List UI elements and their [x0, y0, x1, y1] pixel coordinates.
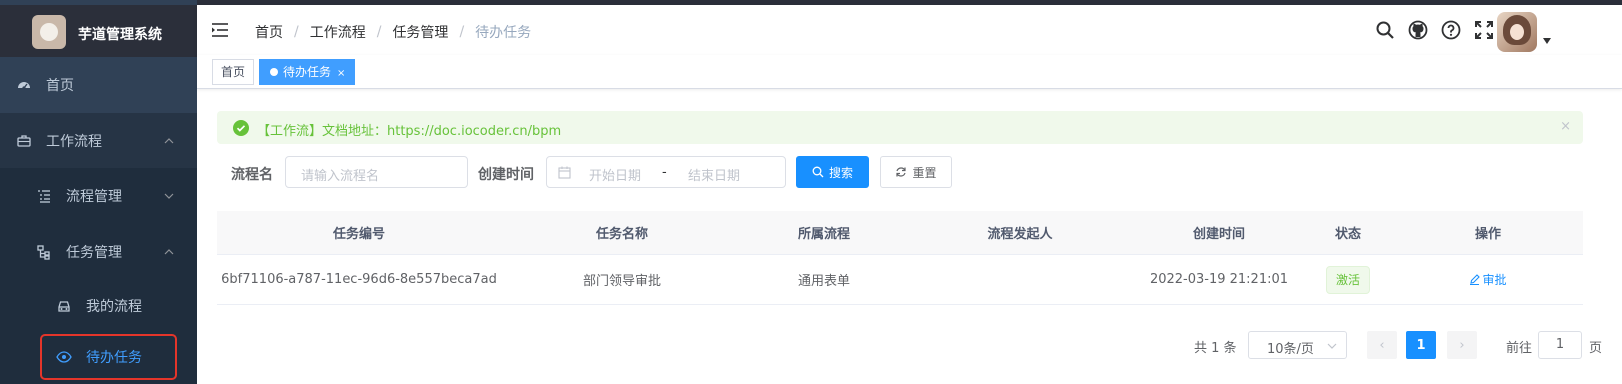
input-placeholder: 请输入流程名: [301, 169, 380, 184]
search-icon[interactable]: [1375, 20, 1395, 40]
breadcrumb-separator: /: [376, 24, 382, 40]
chevron-down-icon: [1327, 343, 1337, 349]
column-header: 状态: [1334, 227, 1361, 242]
column-header: 所属流程: [797, 227, 850, 242]
created-time-cell: 2022-03-19 21:21:01: [1149, 272, 1289, 287]
breadcrumb-item[interactable]: 工作流程: [310, 22, 366, 42]
chevron-up-icon: [164, 249, 174, 255]
close-icon[interactable]: ×: [1560, 119, 1571, 134]
search-icon: [812, 166, 824, 178]
dashboard-icon: [16, 77, 32, 93]
fullscreen-icon[interactable]: [1474, 20, 1494, 40]
breadcrumb-item[interactable]: 任务管理: [392, 22, 448, 42]
calendar-icon: [558, 166, 571, 179]
car-icon: [56, 298, 72, 314]
sidebar-item-task-management[interactable]: 任务管理: [0, 224, 197, 280]
avatar[interactable]: [1497, 12, 1537, 52]
column-header: 创建时间: [1192, 227, 1245, 242]
column-header: 操作: [1474, 227, 1501, 242]
prev-page-button[interactable]: ‹: [1367, 331, 1397, 359]
process-name-label: 流程名: [231, 167, 273, 183]
chevron-up-icon: [164, 138, 174, 144]
goto-page-input[interactable]: 1: [1538, 331, 1582, 359]
reset-button[interactable]: 重置: [880, 156, 952, 188]
todo-task-table: 任务编号 任务名称 所属流程 流程发起人 创建时间 状态 操作 6bf71106…: [217, 211, 1583, 305]
tree-icon: [36, 244, 52, 260]
column-header: 任务名称: [595, 227, 648, 242]
end-date-placeholder[interactable]: 结束日期: [688, 165, 740, 184]
top-navbar: 首页 / 工作流程 / 任务管理 / 待办任务: [197, 5, 1622, 55]
github-icon[interactable]: [1408, 20, 1428, 40]
app-logo: [32, 15, 66, 49]
table-header: 任务编号 任务名称 所属流程 流程发起人 创建时间 状态 操作: [217, 211, 1583, 255]
app-title: 芋道管理系统: [78, 27, 162, 43]
table-row: 6bf71106-a787-11ec-96d6-8e557beca7ad 部门领…: [217, 255, 1583, 305]
close-icon[interactable]: ×: [337, 68, 345, 79]
check-circle-icon: [233, 120, 249, 136]
page-size-select[interactable]: 10条/页: [1248, 331, 1347, 359]
breadcrumb-separator: /: [459, 24, 465, 40]
create-time-label: 创建时间: [478, 167, 534, 183]
search-button-label: 搜索: [828, 165, 853, 180]
column-header: 流程发起人: [987, 227, 1053, 242]
process-cell: 通用表单: [797, 274, 850, 289]
goto-suffix: 页: [1589, 341, 1603, 356]
edit-icon: [1470, 274, 1481, 285]
sidebar-item-label: 流程管理: [66, 189, 122, 205]
process-name-input[interactable]: 请输入流程名: [285, 156, 468, 188]
range-separator: -: [662, 165, 667, 180]
chevron-down-icon: [164, 193, 174, 199]
task-name-cell: 部门领导审批: [582, 274, 661, 289]
pagination: 共 1 条 10条/页 ‹ 1 › 前往 1 页: [0, 331, 1622, 359]
breadcrumb: 首页 / 工作流程 / 任务管理 / 待办任务: [255, 22, 531, 42]
search-form: 流程名 请输入流程名 创建时间 开始日期 - 结束日期 搜索 重置: [0, 156, 1622, 188]
briefcase-icon: [16, 133, 32, 149]
alert-text[interactable]: 【工作流】文档地址：https://doc.iocoder.cn/bpm: [257, 120, 561, 139]
sidebar-item-my-process[interactable]: 我的流程: [0, 280, 197, 332]
doc-alert: 【工作流】文档地址：https://doc.iocoder.cn/bpm ×: [217, 111, 1583, 144]
caret-down-icon[interactable]: [1543, 38, 1551, 44]
refresh-icon: [896, 167, 907, 177]
sidebar: 芋道管理系统 首页 工作流程 流程管理 任务管理 我的流程 待办任务: [0, 0, 197, 384]
approve-button[interactable]: 审批: [1469, 271, 1507, 288]
tag-todo-tasks[interactable]: 待办任务 ×: [259, 59, 355, 85]
approve-button-label: 审批: [1482, 273, 1507, 287]
breadcrumb-item[interactable]: 首页: [255, 22, 283, 42]
tags-view: 首页 待办任务 ×: [197, 55, 1622, 89]
next-page-button[interactable]: ›: [1447, 331, 1477, 359]
reset-button-label: 重置: [912, 165, 937, 180]
search-button[interactable]: 搜索: [796, 156, 869, 188]
column-header: 任务编号: [332, 227, 385, 242]
sidebar-item-home[interactable]: 首页: [0, 57, 197, 113]
sidebar-item-label: 我的流程: [86, 299, 142, 315]
page-size-value: 10条/页: [1267, 342, 1314, 357]
date-range-picker[interactable]: 开始日期 - 结束日期: [546, 156, 786, 188]
list-icon: [36, 188, 52, 204]
sidebar-item-label: 任务管理: [66, 245, 122, 261]
status-cell: 激活: [1303, 255, 1393, 304]
breadcrumb-separator: /: [294, 24, 299, 40]
sidebar-item-label: 工作流程: [46, 134, 102, 150]
status-badge: 激活: [1325, 265, 1370, 294]
hamburger-icon[interactable]: [211, 21, 229, 39]
page-number-current[interactable]: 1: [1406, 331, 1436, 359]
pagination-total: 共 1 条: [1194, 341, 1237, 356]
tag-home[interactable]: 首页: [212, 59, 254, 85]
goto-label: 前往: [1506, 341, 1533, 356]
breadcrumb-current: 待办任务: [475, 25, 532, 41]
task-id-cell: 6bf71106-a787-11ec-96d6-8e557beca7ad: [221, 272, 497, 287]
start-date-placeholder[interactable]: 开始日期: [589, 165, 641, 184]
sidebar-brand[interactable]: 芋道管理系统: [0, 5, 197, 57]
initiator-cell: [905, 255, 1135, 304]
active-dot-icon: [270, 68, 278, 76]
question-icon[interactable]: [1441, 20, 1461, 40]
sidebar-item-label: 首页: [46, 78, 74, 94]
action-cell: 审批: [1393, 255, 1583, 304]
tag-label: 待办任务: [283, 65, 332, 79]
